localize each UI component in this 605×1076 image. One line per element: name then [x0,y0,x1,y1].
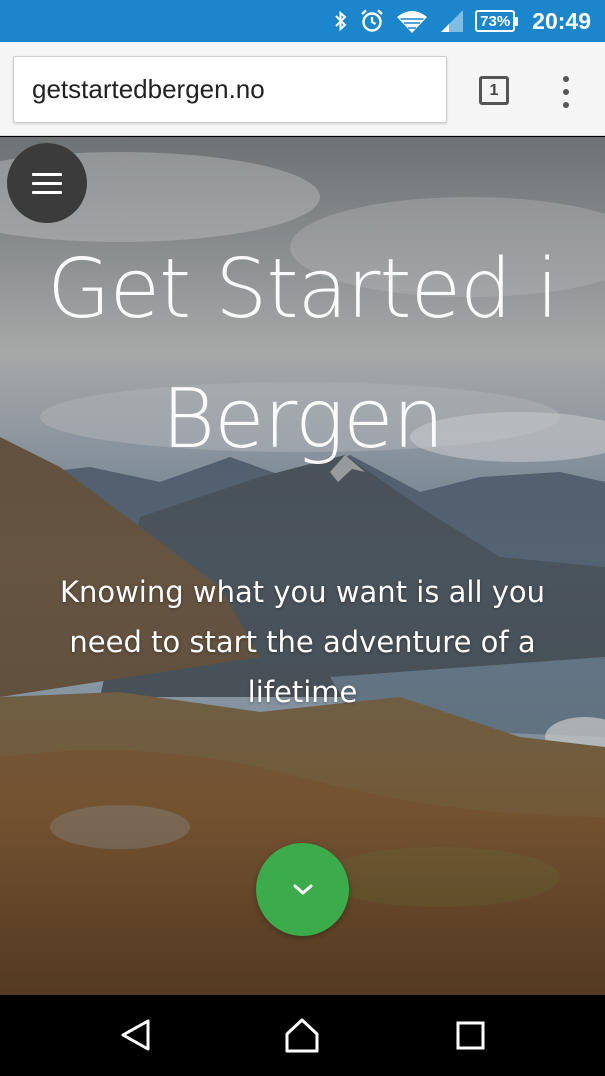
url-bar[interactable]: getstartedbergen.no [13,56,447,123]
hamburger-menu-icon [32,172,62,176]
status-bar: 73% 20:49 [0,0,605,42]
system-navigation-bar [0,995,605,1076]
hero-title: Get Started i Bergen [47,242,559,467]
status-time: 20:49 [532,7,591,34]
chevron-down-icon [293,884,312,894]
battery-indicator: 73% [475,10,519,32]
recents-square-icon[interactable] [450,1015,490,1055]
browser-menu-icon[interactable] [556,72,576,112]
hero-section: Get Started i Bergen Knowing what you wa… [0,137,605,995]
back-triangle-icon[interactable] [115,1015,155,1055]
bluetooth-icon [333,0,349,42]
hero-subtitle: Knowing what you want is all you need to… [59,575,546,709]
cell-signal-icon [439,0,465,42]
hamburger-menu-button[interactable] [7,143,87,223]
home-icon[interactable] [282,1015,322,1055]
tab-switcher-button[interactable]: 1 [479,76,509,105]
alarm-icon [359,0,385,42]
wifi-icon [395,0,429,42]
scroll-down-button[interactable] [256,843,349,936]
browser-toolbar: getstartedbergen.no 1 [0,42,605,136]
battery-level: 73% [475,10,516,32]
